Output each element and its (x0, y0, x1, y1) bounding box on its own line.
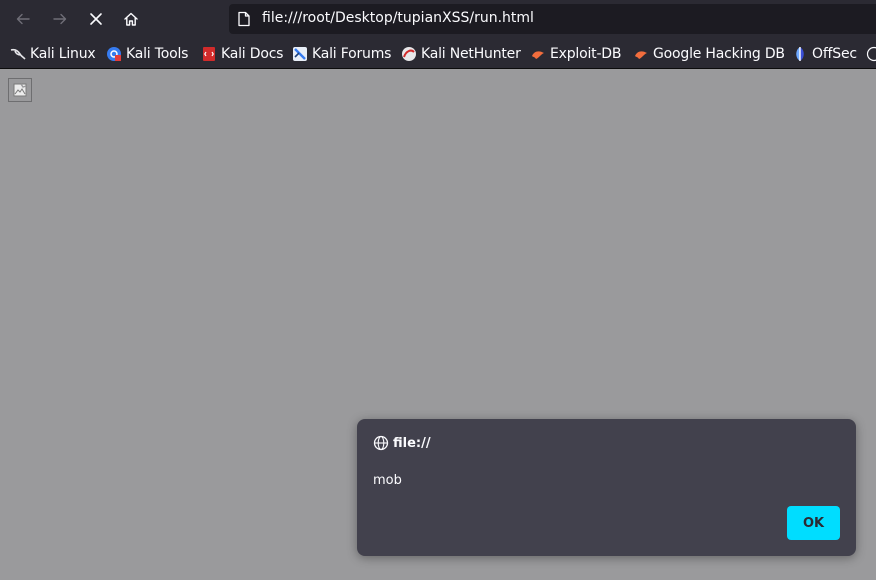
arrow-right-icon (53, 13, 67, 25)
bookmark-exploit-db[interactable]: Exploit-DB (530, 44, 621, 64)
alert-dialog: file:// mob OK (357, 419, 856, 556)
kali-tools-icon (107, 47, 121, 61)
globe-icon (866, 46, 876, 62)
offsec-icon (796, 47, 804, 61)
ghdb-icon (635, 51, 647, 59)
exploit-db-icon (532, 51, 544, 59)
arrow-left-icon (16, 13, 30, 25)
bookmark-kali-linux[interactable]: Kali Linux (10, 44, 96, 64)
kali-docs-icon (203, 47, 215, 61)
back-button[interactable] (9, 5, 37, 33)
dialog-message: mob (373, 473, 402, 488)
url-bar[interactable]: file:///root/Desktop/tupianXSS/run.html (229, 4, 876, 34)
broken-image (8, 78, 32, 102)
close-icon (90, 13, 102, 25)
bookmark-kali-tools[interactable]: Kali Tools (106, 44, 188, 64)
bookmarks-overflow[interactable] (866, 44, 876, 64)
forward-button[interactable] (46, 5, 74, 33)
bookmark-kali-forums[interactable]: Kali Forums (292, 44, 391, 64)
kali-dragon-icon (10, 48, 26, 60)
bookmark-google-hacking-db[interactable]: Google Hacking DB (633, 44, 785, 64)
globe-icon (373, 435, 389, 451)
dialog-origin: file:// (393, 435, 431, 451)
stop-button[interactable] (82, 5, 110, 33)
bookmark-offsec[interactable]: OffSec (792, 44, 857, 64)
kali-forums-icon (293, 47, 307, 61)
broken-image-icon (13, 83, 27, 97)
home-button[interactable] (117, 5, 145, 33)
bookmarks-bar: Kali Linux Kali Tools Kali Docs Kali For… (0, 38, 876, 69)
bookmark-kali-docs[interactable]: Kali Docs (201, 44, 283, 64)
dialog-header: file:// (373, 435, 431, 451)
page-content: file:// mob OK (0, 70, 876, 580)
bookmark-kali-nethunter[interactable]: Kali NetHunter (401, 44, 521, 64)
ok-button[interactable]: OK (787, 506, 840, 540)
kali-nethunter-icon (402, 47, 416, 61)
url-text: file:///root/Desktop/tupianXSS/run.html (262, 10, 534, 26)
page-icon (238, 11, 250, 27)
home-icon (124, 12, 138, 26)
browser-toolbar: file:///root/Desktop/tupianXSS/run.html (0, 0, 876, 38)
